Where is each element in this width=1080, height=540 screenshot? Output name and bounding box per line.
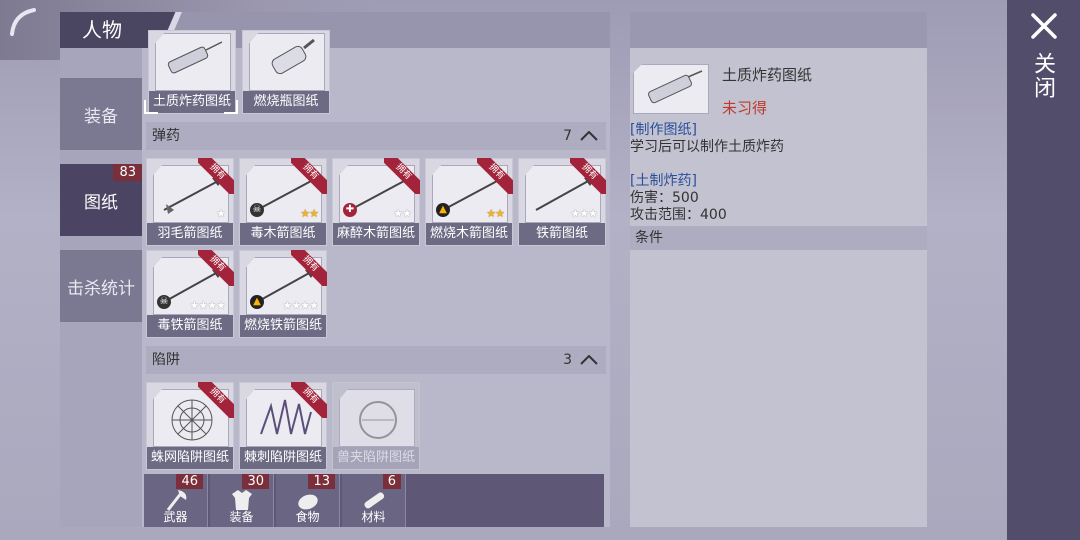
section-header-ammo[interactable]: 弹药 7 <box>146 122 606 150</box>
selection-bracket <box>224 100 238 114</box>
fire-icon: ▲ <box>436 203 450 217</box>
conditions-label: 条件 <box>635 230 663 246</box>
category-label: 食物 <box>295 510 320 524</box>
blueprint-label: 棘刺陷阱图纸 <box>240 447 326 469</box>
side-tab-label: 图纸 <box>84 192 118 213</box>
blueprint-card-iron-arrow[interactable]: ★★★ 拥有 铁箭图纸 <box>518 158 606 246</box>
category-label: 装备 <box>229 510 254 524</box>
side-tab-label: 装备 <box>84 106 118 127</box>
blueprint-label: 燃烧瓶图纸 <box>243 91 329 113</box>
blueprint-count-badge: 83 <box>113 164 142 181</box>
close-label[interactable]: 关闭 <box>1030 52 1058 100</box>
poison-icon: ☠ <box>157 295 171 309</box>
fire-icon: ▲ <box>250 295 264 309</box>
owned-ribbon: 拥有 <box>198 250 234 286</box>
blueprint-card-clay-explosive[interactable]: 土质炸药图纸 <box>148 30 236 114</box>
detail-blueprint-art <box>633 64 709 114</box>
blueprint-card-fire-bottle[interactable]: 燃烧瓶图纸 <box>242 30 330 114</box>
blueprint-label: 羽毛箭图纸 <box>147 223 233 245</box>
category-materials[interactable]: 6 材料 <box>342 474 406 527</box>
rarity-stars: ★★ <box>486 207 505 220</box>
poison-icon: ☠ <box>250 203 264 217</box>
category-weapons[interactable]: 46 武器 <box>144 474 208 527</box>
side-tab-blueprints[interactable]: 图纸 83 <box>60 164 142 236</box>
rarity-stars: ★★ <box>300 207 319 220</box>
chevron-up-icon <box>580 355 598 365</box>
detail-description: 学习后可以制作土质炸药 <box>630 139 784 155</box>
blueprint-label: 蛛网陷阱图纸 <box>147 447 233 469</box>
category-badge: 13 <box>308 474 335 489</box>
blueprint-card-tranq-wood-arrow[interactable]: ✚ ★★ 拥有 麻醉木箭图纸 <box>332 158 420 246</box>
blueprint-label: 毒铁箭图纸 <box>147 315 233 337</box>
blueprint-label: 燃烧铁箭图纸 <box>240 315 326 337</box>
blueprint-card-feather-arrow[interactable]: ★ 拥有 羽毛箭图纸 <box>146 158 234 246</box>
blueprint-card-thorn-trap[interactable]: 拥有 棘刺陷阱图纸 <box>239 382 327 470</box>
blueprint-card-poison-wood-arrow[interactable]: ☠ ★★ 拥有 毒木箭图纸 <box>239 158 327 246</box>
tranquilizer-icon: ✚ <box>343 203 357 217</box>
section-count: 7 <box>563 128 572 144</box>
rarity-stars: ★★★ <box>570 207 598 220</box>
close-icon[interactable] <box>1030 12 1058 40</box>
owned-ribbon: 拥有 <box>198 158 234 194</box>
owned-ribbon: 拥有 <box>291 158 327 194</box>
category-label: 材料 <box>361 510 386 524</box>
owned-ribbon: 拥有 <box>291 382 327 418</box>
blueprint-label: 土质炸药图纸 <box>149 91 235 113</box>
blueprint-label: 麻醉木箭图纸 <box>333 223 419 245</box>
blueprint-card-bear-trap[interactable]: 兽夹陷阱图纸 <box>332 382 420 470</box>
detail-name: 土质炸药图纸 <box>722 66 813 84</box>
section-title: 弹药 <box>152 128 180 144</box>
category-food[interactable]: 13 食物 <box>276 474 340 527</box>
blueprint-art <box>249 33 325 91</box>
category-label: 武器 <box>163 510 188 524</box>
chevron-up-icon <box>580 131 598 141</box>
rarity-stars: ★★★★ <box>282 299 319 312</box>
rarity-stars: ★★★★ <box>189 299 226 312</box>
category-equipment[interactable]: 30 装备 <box>210 474 274 527</box>
section-count: 3 <box>563 352 572 368</box>
blueprint-label: 燃烧木箭图纸 <box>426 223 512 245</box>
category-badge: 30 <box>242 474 269 489</box>
owned-ribbon: 拥有 <box>291 250 327 286</box>
detail-range: 攻击范围：400 <box>630 207 727 223</box>
selection-bracket <box>144 100 158 114</box>
rarity-stars: ★ <box>216 207 226 220</box>
blueprint-label: 铁箭图纸 <box>519 223 605 245</box>
rarity-stars: ★★ <box>393 207 412 220</box>
side-tab-kill-stats[interactable]: 击杀统计 <box>60 250 142 322</box>
blueprint-label: 兽夹陷阱图纸 <box>333 447 419 469</box>
blueprint-card-fire-wood-arrow[interactable]: ▲ ★★ 拥有 燃烧木箭图纸 <box>425 158 513 246</box>
section-header-traps[interactable]: 陷阱 3 <box>146 346 606 374</box>
section-title: 陷阱 <box>152 352 180 368</box>
blueprint-card-poison-iron-arrow[interactable]: ☠ ★★★★ 拥有 毒铁箭图纸 <box>146 250 234 338</box>
blueprint-card-web-trap[interactable]: 拥有 蛛网陷阱图纸 <box>146 382 234 470</box>
category-badge: 46 <box>176 474 203 489</box>
owned-ribbon: 拥有 <box>570 158 606 194</box>
blueprint-card-fire-iron-arrow[interactable]: ▲ ★★★★ 拥有 燃烧铁箭图纸 <box>239 250 327 338</box>
owned-ribbon: 拥有 <box>477 158 513 194</box>
category-badge: 6 <box>382 474 401 489</box>
blueprint-art <box>155 33 231 91</box>
conditions-row: 条件 <box>630 226 927 250</box>
owned-ribbon: 拥有 <box>384 158 420 194</box>
side-tab-label: 击杀统计 <box>67 278 135 299</box>
side-tab-equipment[interactable]: 装备 <box>60 78 142 150</box>
detail-header <box>630 12 927 48</box>
owned-ribbon: 拥有 <box>198 382 234 418</box>
decorative-swirl-icon <box>10 8 36 36</box>
detail-status: 未习得 <box>722 99 768 117</box>
blueprint-label: 毒木箭图纸 <box>240 223 326 245</box>
blueprint-art <box>339 389 415 447</box>
